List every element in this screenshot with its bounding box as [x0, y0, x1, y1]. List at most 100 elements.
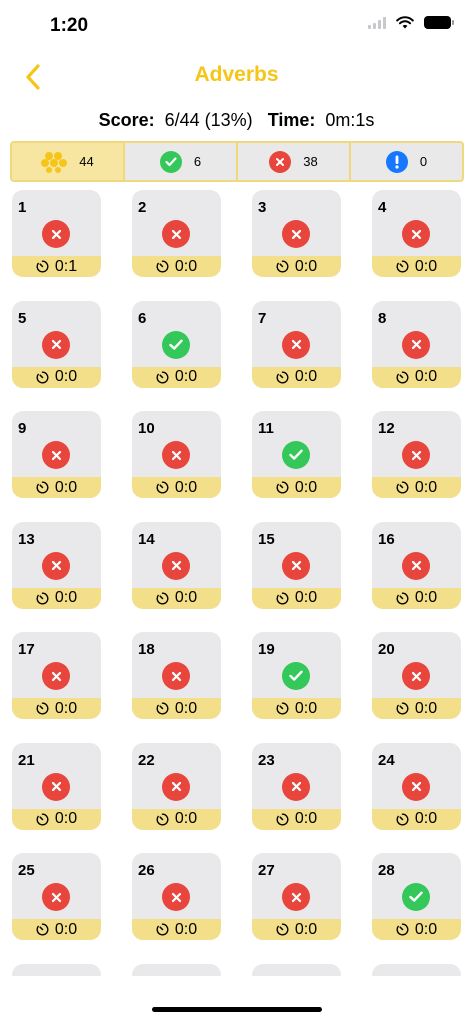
question-number: 18	[138, 641, 155, 658]
question-card[interactable]: 320:0	[372, 963, 461, 976]
question-number: 10	[138, 420, 155, 437]
question-card[interactable]: 8 0:0	[372, 300, 461, 388]
card-time: 0:0	[414, 478, 438, 496]
card-time-footer: 0:0	[252, 366, 341, 388]
question-card[interactable]: 11 0:0	[252, 411, 341, 498]
card-time: 0:0	[414, 920, 438, 938]
question-number: 16	[378, 530, 395, 548]
question-card[interactable]: 19 0:0	[252, 632, 341, 719]
question-card[interactable]: 9 0:0	[12, 411, 101, 498]
status-time: 1:20	[50, 15, 89, 36]
card-time-footer: 0:0	[132, 919, 221, 940]
card-time-footer: 0:0	[12, 698, 101, 719]
timer-icon	[276, 260, 289, 273]
question-card[interactable]: 12 0:0	[372, 411, 461, 498]
question-card[interactable]: 5 0:0	[12, 300, 101, 388]
card-time-footer: 0:0	[132, 256, 221, 277]
question-card[interactable]: 25 0:0	[12, 853, 101, 940]
card-time-footer: 0:0	[132, 698, 221, 719]
question-card[interactable]: 310:0	[252, 963, 341, 976]
question-card[interactable]: 1 0:1	[12, 190, 101, 277]
question-card[interactable]: 10 0:0	[132, 411, 221, 498]
filter-correct-count: 6	[193, 154, 202, 169]
question-card[interactable]: 290:0	[12, 963, 101, 976]
question-card[interactable]: 4 0:0	[372, 190, 461, 277]
question-card[interactable]: 27 0:0	[252, 853, 341, 940]
question-number: 4	[378, 199, 387, 216]
timer-icon	[276, 371, 289, 383]
card-time: 0:0	[54, 810, 78, 827]
question-card[interactable]: 18 0:0	[132, 632, 221, 719]
cross-icon	[42, 662, 70, 690]
card-time: 0:0	[414, 257, 438, 275]
timer-icon	[276, 813, 289, 825]
question-card[interactable]: 2 0:0	[132, 190, 221, 277]
question-card[interactable]: 6 0:0	[132, 300, 221, 388]
score-line: Score: 6/44 (13%) Time: 0m:1s	[0, 110, 473, 131]
filter-unanswered[interactable]: 0	[351, 143, 462, 180]
cross-icon	[42, 551, 70, 580]
question-number: 26	[138, 862, 155, 879]
timer-icon	[396, 260, 409, 273]
card-time: 0:0	[294, 699, 318, 717]
card-time-footer: 0:0	[252, 808, 341, 830]
card-time-footer: 0:0	[132, 587, 221, 609]
question-card[interactable]: 15 0:0	[252, 521, 341, 609]
question-card[interactable]: 16 0:0	[372, 521, 461, 609]
card-time: 0:0	[294, 920, 318, 938]
card-time-footer: 0:0	[252, 256, 341, 277]
question-card[interactable]: 24 0:0	[372, 742, 461, 830]
cross-icon	[42, 220, 70, 248]
filter-all[interactable]: 44	[12, 143, 125, 180]
question-card[interactable]: 23 0:0	[252, 742, 341, 830]
timer-icon	[36, 371, 49, 383]
card-time: 0:0	[174, 257, 198, 275]
cross-icon	[162, 883, 190, 911]
question-card[interactable]: 22 0:0	[132, 742, 221, 830]
cross-icon	[402, 441, 430, 469]
filter-wrong[interactable]: 38	[238, 143, 351, 180]
card-time-footer: 0:0	[132, 808, 221, 830]
card-time: 0:0	[414, 810, 438, 827]
card-time: 0:0	[54, 478, 78, 496]
question-number: 28	[378, 862, 395, 879]
cross-icon	[269, 150, 292, 173]
timer-icon	[156, 481, 169, 494]
question-card[interactable]: 3 0:0	[252, 190, 341, 277]
question-card[interactable]: 28 0:0	[372, 853, 461, 940]
timer-icon	[36, 702, 49, 715]
home-indicator	[152, 1007, 322, 1012]
card-time-footer: 0:0	[372, 587, 461, 609]
question-card[interactable]: 26 0:0	[132, 853, 221, 940]
filter-correct[interactable]: 6	[125, 143, 238, 180]
card-time: 0:0	[174, 920, 198, 938]
card-time-footer: 0:0	[372, 808, 461, 830]
wifi-icon	[396, 16, 414, 29]
navigation-bar: Adverbs	[0, 55, 473, 99]
question-card[interactable]: 7 0:0	[252, 300, 341, 388]
card-time-footer: 0:0	[12, 366, 101, 388]
question-card[interactable]: 13 0:0	[12, 521, 101, 609]
cross-icon	[282, 220, 310, 248]
card-time-footer: 0:0	[252, 919, 341, 940]
question-card[interactable]: 21 0:0	[12, 742, 101, 830]
question-number: 13	[18, 530, 35, 548]
question-number: 25	[18, 862, 35, 879]
filter-unanswered-count: 0	[419, 154, 428, 169]
question-number: 1	[18, 199, 27, 216]
cross-icon	[282, 330, 310, 359]
cross-icon	[42, 441, 70, 469]
question-number: 3	[258, 199, 267, 216]
question-number: 2	[138, 199, 147, 216]
question-card[interactable]: 300:0	[132, 963, 221, 976]
question-number: 23	[258, 751, 275, 769]
question-card[interactable]: 20 0:0	[372, 632, 461, 719]
card-time-footer: 0:0	[252, 587, 341, 609]
cross-icon	[402, 220, 430, 248]
cross-icon	[402, 330, 430, 359]
question-number: 17	[18, 641, 35, 658]
cross-icon	[282, 883, 310, 911]
question-card[interactable]: 17 0:0	[12, 632, 101, 719]
question-card[interactable]: 14 0:0	[132, 521, 221, 609]
card-time-footer: 0:0	[372, 256, 461, 277]
